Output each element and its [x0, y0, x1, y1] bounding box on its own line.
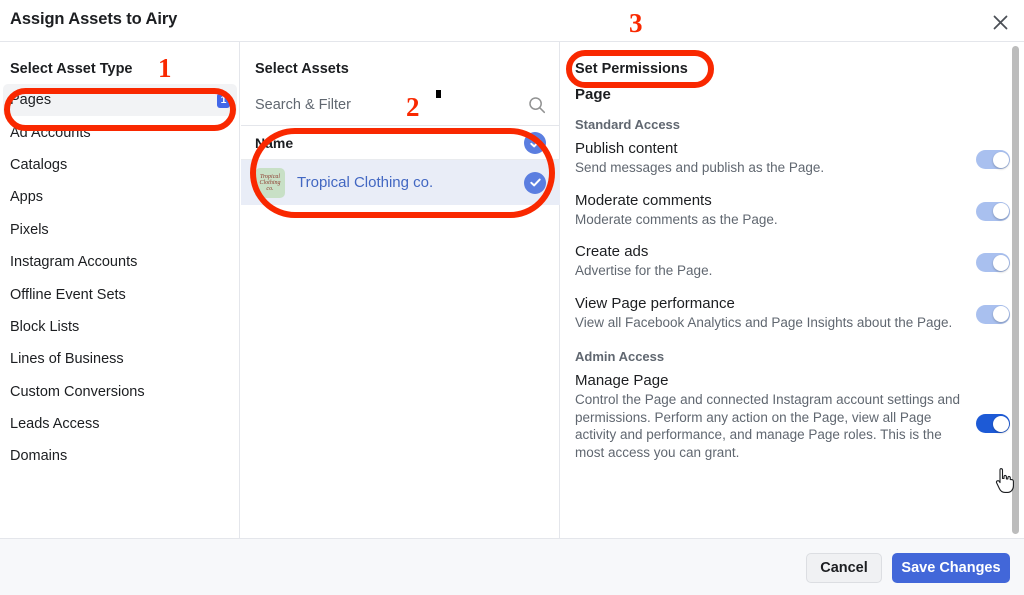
assign-assets-dialog: Assign Assets to Airy Select Asset Type … [0, 0, 1024, 595]
permission-group-standard-access: Standard Access [575, 117, 681, 132]
sidebar-item-label: Leads Access [10, 416, 100, 433]
pages-count-badge: 1 [217, 92, 230, 108]
dialog-footer: Cancel Save Changes [0, 538, 1024, 595]
sidebar-item-label: Domains [10, 448, 68, 465]
permission-description: View all Facebook Analytics and Page Ins… [575, 314, 953, 330]
asset-name-label[interactable]: Tropical Clothing co. [297, 174, 524, 191]
search-icon[interactable] [528, 96, 546, 114]
toggle-knob [992, 306, 1009, 322]
sidebar-item-custom-conversions[interactable]: Custom Conversions [0, 376, 240, 408]
permission-name: Create ads [575, 243, 649, 260]
sidebar-item-leads-access[interactable]: Leads Access [0, 408, 240, 440]
select-asset-type-heading: Select Asset Type [10, 61, 133, 77]
set-permissions-heading: Set Permissions [575, 61, 688, 77]
search-input[interactable]: Search & Filter [241, 84, 560, 126]
permission-description: Advertise for the Page. [575, 263, 713, 278]
permission-row-view-page-performance: View Page performance View all Facebook … [561, 294, 1024, 332]
permission-row-publish-content: Publish content Send messages and publis… [561, 139, 1024, 177]
sidebar-item-block-lists[interactable]: Block Lists [0, 311, 240, 343]
text-cursor-caret [436, 90, 441, 98]
sidebar-item-pages[interactable]: Pages 1 [3, 84, 237, 117]
sidebar-item-label: Instagram Accounts [10, 254, 138, 271]
select-asset-type-panel: Select Asset Type Pages 1 Ad Accounts Ca… [0, 42, 240, 538]
table-row[interactable]: Tropical Clothing co. Tropical Clothing c… [241, 160, 560, 205]
sidebar-item-label: Offline Event Sets [10, 286, 126, 303]
sidebar-item-pixels[interactable]: Pixels [0, 214, 240, 246]
permissions-scrollbar[interactable] [1012, 46, 1019, 534]
sidebar-item-label: Apps [10, 189, 44, 206]
permission-row-moderate-comments: Moderate comments Moderate comments as t… [561, 191, 1024, 229]
sidebar-item-catalogs[interactable]: Catalogs [0, 149, 240, 181]
cancel-button[interactable]: Cancel [806, 553, 882, 583]
toggle-manage-page[interactable] [976, 414, 1010, 433]
permission-name: Publish content [575, 140, 678, 157]
mouse-pointer-hand-icon [994, 468, 1016, 494]
permission-name: View Page performance [575, 294, 735, 312]
sidebar-item-label: Custom Conversions [10, 383, 145, 400]
sidebar-item-offline-event-sets[interactable]: Offline Event Sets [0, 278, 240, 310]
permission-description: Control the Page and connected Instagram… [575, 392, 961, 460]
toggle-knob [992, 203, 1009, 219]
toggle-knob [992, 254, 1009, 271]
permission-name: Manage Page [575, 372, 669, 389]
permission-description: Moderate comments as the Page. [575, 211, 778, 227]
sidebar-item-instagram-accounts[interactable]: Instagram Accounts [0, 246, 240, 278]
permissions-asset-title: Page [575, 86, 611, 103]
sidebar-item-label: Pixels [10, 221, 49, 238]
sidebar-item-label: Ad Accounts [10, 124, 91, 141]
row-checkbox[interactable] [524, 171, 546, 194]
save-changes-button[interactable]: Save Changes [892, 553, 1010, 583]
sidebar-item-label: Block Lists [10, 318, 80, 335]
toggle-knob [992, 151, 1009, 168]
thumbnail-logo-icon: Tropical Clothing co. [259, 173, 281, 192]
sidebar-item-lines-of-business[interactable]: Lines of Business [0, 343, 240, 375]
select-all-checkbox[interactable] [524, 132, 546, 154]
sidebar-item-label: Catalogs [10, 156, 68, 173]
sidebar-item-domains[interactable]: Domains [0, 440, 240, 472]
permissions-body: Page Standard Access Publish content Sen… [561, 86, 1024, 475]
dialog-header: Assign Assets to Airy [0, 0, 1024, 42]
sidebar-item-label: Lines of Business [10, 351, 124, 368]
avatar: Tropical Clothing co. [255, 167, 285, 198]
close-icon[interactable] [986, 8, 1014, 36]
select-assets-heading: Select Assets [255, 61, 349, 77]
permission-row-create-ads: Create ads Advertise for the Page. [561, 242, 1024, 280]
toggle-moderate-comments[interactable] [976, 201, 1010, 221]
column-header-name: Name [255, 135, 294, 151]
toggle-view-page-performance[interactable] [976, 304, 1010, 324]
toggle-create-ads[interactable] [976, 253, 1010, 272]
assets-table-header: Name [241, 127, 560, 160]
page-title: Assign Assets to Airy [10, 10, 178, 28]
permission-row-manage-page: Manage Page Control the Page and connect… [561, 371, 1024, 461]
search-placeholder: Search & Filter [255, 96, 351, 113]
set-permissions-panel: Set Permissions Page Standard Access Pub… [561, 42, 1024, 538]
select-assets-panel: Select Assets Search & Filter Name Tropi… [241, 42, 560, 538]
asset-type-list: Pages 1 Ad Accounts Catalogs Apps Pixels… [0, 84, 240, 473]
sidebar-item-apps[interactable]: Apps [0, 181, 240, 213]
sidebar-item-ad-accounts[interactable]: Ad Accounts [0, 116, 240, 148]
permission-group-admin-access: Admin Access [575, 349, 665, 364]
toggle-publish-content[interactable] [976, 150, 1010, 169]
permission-description: Send messages and publish as the Page. [575, 160, 825, 175]
sidebar-item-label: Pages [10, 92, 52, 109]
toggle-knob [992, 415, 1009, 432]
permission-name: Moderate comments [575, 191, 712, 209]
